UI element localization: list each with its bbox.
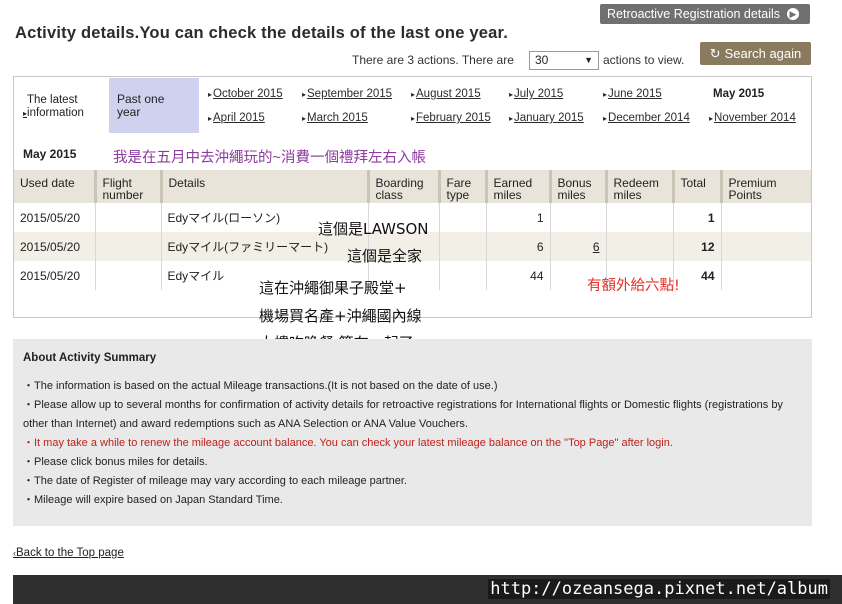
cell-total: 1 <box>672 203 721 232</box>
col-boarding-class: Boarding class <box>366 170 439 203</box>
cell-redeem <box>605 232 673 261</box>
col-fare-type-label: Fare type <box>446 176 472 202</box>
cell-total: 44 <box>672 261 721 290</box>
col-used-date: Used date <box>14 170 95 203</box>
col-premium-points-label: Premium Points <box>728 176 777 202</box>
col-bonus-miles: Bonus miles <box>548 170 606 203</box>
retroactive-registration-button[interactable]: Retroactive Registration details ▶ <box>600 4 810 24</box>
col-boarding-class-label: Boarding class <box>375 176 424 202</box>
col-total: Total <box>671 170 721 203</box>
current-month-label: May 2015 <box>713 88 765 100</box>
annotation-bonus-note: 有額外給六點! <box>587 278 680 294</box>
tab-latest-label: The latest information <box>27 94 84 119</box>
col-bonus-miles-label: Bonus miles <box>557 176 592 202</box>
col-fare-type: Fare type <box>437 170 486 203</box>
actions-suffix-text: actions to view. <box>603 53 685 67</box>
col-earned-miles: Earned miles <box>484 170 550 203</box>
summary-item: Mileage will expire based on Japan Stand… <box>23 491 803 510</box>
cell-redeem <box>605 203 673 232</box>
month-link-april-2015[interactable]: April 2015 <box>208 112 265 124</box>
col-redeem-miles: Redeem miles <box>604 170 673 203</box>
back-to-top-label: Back to the Top page <box>16 547 124 559</box>
page-title: Activity details.You can check the detai… <box>15 24 508 42</box>
table-header-row: Used date Flight number Details Boarding… <box>14 170 811 203</box>
month-link-june-2015[interactable]: June 2015 <box>603 88 662 100</box>
col-premium-points: Premium Points <box>719 170 811 203</box>
cell-date: 2015/05/20 <box>14 232 95 261</box>
annotation-row1: 這個是LAWSON <box>318 220 429 238</box>
month-link-december-2014[interactable]: December 2014 <box>603 112 690 124</box>
actions-per-page-select[interactable]: 30 ▼ <box>529 51 599 70</box>
refresh-icon: ↻ <box>709 45 721 61</box>
cell-bonus <box>549 203 606 232</box>
summary-item: The date of Register of mileage may vary… <box>23 472 803 491</box>
cell-premium <box>720 203 811 232</box>
activity-summary-box: About Activity Summary The information i… <box>13 339 812 526</box>
month-link-october-2015[interactable]: October 2015 <box>208 88 283 100</box>
chevron-down-icon: ▼ <box>584 55 593 65</box>
cell-bonus[interactable]: 6 <box>549 232 606 261</box>
month-link-january-2015[interactable]: January 2015 <box>509 112 584 124</box>
cell-fare <box>438 203 486 232</box>
back-to-top-link[interactable]: ‹Back to the Top page <box>13 547 124 559</box>
col-redeem-miles-label: Redeem miles <box>613 176 659 202</box>
col-flight-number: Flight number <box>93 170 161 203</box>
bonus-miles-link[interactable]: 6 <box>593 240 600 254</box>
summary-list: The information is based on the actual M… <box>23 377 803 510</box>
cell-date: 2015/05/20 <box>20 268 81 283</box>
summary-item: Please click bonus miles for details. <box>23 453 803 472</box>
cell-premium <box>720 261 811 290</box>
cell-premium <box>720 232 811 261</box>
annotation-row3-line2: 機場買名產+沖繩國內線 <box>259 307 422 325</box>
summary-item-notice: It may take a while to renew the mileage… <box>23 434 803 453</box>
summary-title: About Activity Summary <box>23 352 157 364</box>
tab-past-one-year[interactable]: Past one year <box>109 78 199 133</box>
tab-latest-information[interactable]: ▸The latest information <box>23 94 99 120</box>
col-flight-number-label: Flight number <box>102 176 144 202</box>
cell-earned: 6 <box>485 232 550 261</box>
chevron-right-icon: ▶ <box>787 8 799 20</box>
cell-earned: 44 <box>485 261 550 290</box>
col-details: Details <box>159 170 368 203</box>
cell-fare <box>438 261 486 290</box>
col-earned-miles-label: Earned miles <box>493 176 533 202</box>
month-link-march-2015[interactable]: March 2015 <box>302 112 368 124</box>
cell-flight <box>94 261 161 290</box>
actions-per-page-value: 30 <box>535 53 549 67</box>
month-link-august-2015[interactable]: August 2015 <box>411 88 481 100</box>
month-link-july-2015[interactable]: July 2015 <box>509 88 563 100</box>
search-again-label: Search again <box>724 46 802 61</box>
annotation-top: 我是在五月中去沖繩玩的~消費一個禮拜左右入帳 <box>113 150 426 166</box>
month-link-november-2014[interactable]: November 2014 <box>709 112 796 124</box>
summary-item: The information is based on the actual M… <box>23 377 803 396</box>
month-link-february-2015[interactable]: February 2015 <box>411 112 491 124</box>
cell-flight <box>94 232 161 261</box>
month-heading: May 2015 <box>23 147 77 161</box>
month-link-september-2015[interactable]: September 2015 <box>302 88 392 100</box>
cell-flight <box>94 203 161 232</box>
annotation-row2: 這個是全家 <box>347 247 423 265</box>
actions-count-text: There are 3 actions. There are <box>352 53 514 67</box>
watermark-url: http://ozeansega.pixnet.net/album <box>488 579 830 599</box>
cell-date: 2015/05/20 <box>20 210 81 225</box>
annotation-row3-line1: 這在沖繩御果子殿堂+ <box>259 279 407 297</box>
retroactive-registration-label: Retroactive Registration details <box>607 7 780 21</box>
cell-fare <box>438 232 486 261</box>
tab-past-one-year-label: Past one year <box>117 92 165 119</box>
search-again-button[interactable]: ↻ Search again <box>700 42 811 65</box>
summary-item: Please allow up to several months for co… <box>23 396 803 434</box>
cell-earned: 1 <box>485 203 550 232</box>
cell-total: 12 <box>672 232 721 261</box>
